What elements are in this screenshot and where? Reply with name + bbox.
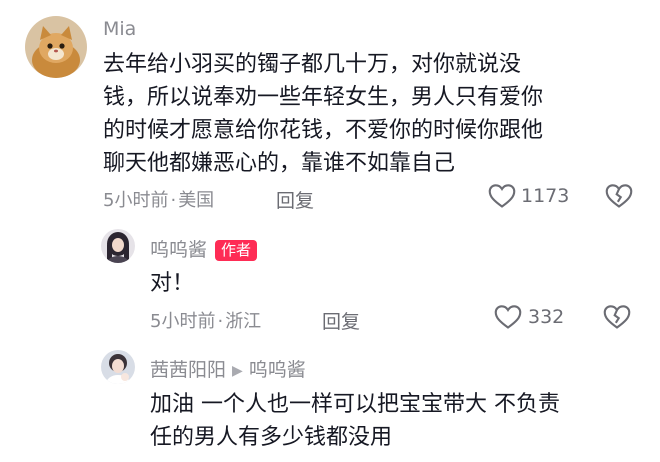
avatar[interactable] [25, 16, 87, 78]
reply-to-username[interactable]: 呜呜酱 [249, 359, 306, 381]
dislike-button[interactable] [603, 304, 631, 334]
timestamp: 5小时前 [150, 311, 216, 332]
dislike-button[interactable] [605, 183, 633, 213]
username[interactable]: 茜茜阳阳 [150, 359, 226, 381]
comment-text-line: 的时候才愿意给你花钱，不爱你的时候你跟他 [103, 118, 544, 143]
comment-text-line: 加油 一个人也一样可以把宝宝带大 不负责 [150, 392, 560, 417]
comment-text-line: 去年给小羽买的镯子都几十万，对你就说没 [103, 52, 522, 77]
comment-text-line: 聊天他都嫌恶心的，靠谁不如靠自己 [103, 151, 456, 176]
comment-item: Mia 去年给小羽买的镯子都几十万，对你就说没 钱，所以说奉劝一些年轻女生，男人… [0, 0, 660, 222]
comment-text-line: 任的男人有多少钱都没用 [150, 425, 393, 450]
broken-heart-icon [605, 184, 633, 208]
comment-text-line: 钱，所以说奉劝一些年轻女生，男人只有爱你 [103, 85, 544, 110]
reply-arrow-icon: ▶ [232, 362, 243, 379]
like-count: 332 [528, 306, 565, 328]
location: 美国 [178, 190, 215, 211]
person-avatar-icon [101, 350, 135, 384]
username: 呜呜酱 作者 [150, 235, 258, 262]
reply-item: 茜茜阳阳 ▶ 呜呜酱 加油 一个人也一样可以把宝宝带大 不负责 任的男人有多少钱都没… [0, 340, 660, 462]
reply-header: 茜茜阳阳 ▶ 呜呜酱 [150, 355, 306, 382]
comment-text: 去年给小羽买的镯子都几十万，对你就说没 钱，所以说奉劝一些年轻女生，男人只有爱你… [103, 48, 543, 180]
meta-separator: · [217, 311, 224, 332]
reply-button[interactable]: 回复 [276, 186, 314, 213]
comment-meta: 5小时前 · 美国 [103, 186, 214, 212]
reply-button[interactable]: 回复 [322, 307, 360, 334]
comment-meta: 5小时前 · 浙江 [150, 307, 261, 333]
person-avatar-icon [101, 229, 135, 263]
like-count: 1173 [521, 185, 570, 207]
location: 浙江 [225, 311, 262, 332]
reply-item: 呜呜酱 作者 对！ 5小时前 · 浙江 回复 332 [0, 222, 660, 340]
username[interactable]: Mia [103, 18, 136, 40]
comment-text: 加油 一个人也一样可以把宝宝带大 不负责 任的男人有多少钱都没用 [150, 388, 560, 454]
avatar[interactable] [101, 229, 135, 263]
like-button[interactable]: 1173 [488, 183, 569, 209]
heart-icon [494, 305, 522, 329]
broken-heart-icon [603, 305, 631, 329]
timestamp: 5小时前 [103, 190, 169, 211]
cat-avatar-icon [25, 16, 87, 78]
author-badge: 作者 [215, 240, 258, 261]
username-text[interactable]: 呜呜酱 [150, 239, 207, 261]
heart-icon [488, 184, 516, 208]
comment-text: 对！ [150, 271, 195, 296]
meta-separator: · [170, 190, 177, 211]
like-button[interactable]: 332 [494, 304, 564, 330]
avatar[interactable] [101, 350, 135, 384]
